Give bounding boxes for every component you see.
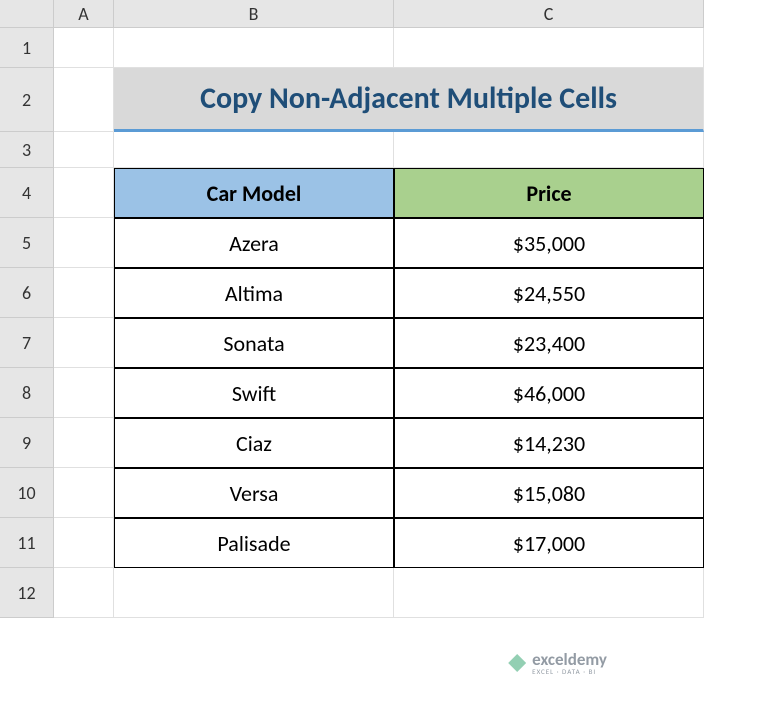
- table-row[interactable]: $24,550: [394, 268, 704, 318]
- col-header-a[interactable]: A: [54, 0, 114, 28]
- cell-a2[interactable]: [54, 68, 114, 132]
- cell-a3[interactable]: [54, 132, 114, 168]
- row-header-4[interactable]: 4: [0, 168, 54, 218]
- cell-c1[interactable]: [394, 28, 704, 68]
- cell-c3[interactable]: [394, 132, 704, 168]
- table-row[interactable]: Sonata: [114, 318, 394, 368]
- row-header-11[interactable]: 11: [0, 518, 54, 568]
- row-header-1[interactable]: 1: [0, 28, 54, 68]
- table-row[interactable]: Ciaz: [114, 418, 394, 468]
- cell-a9[interactable]: [54, 418, 114, 468]
- table-header-price[interactable]: Price: [394, 168, 704, 218]
- cell-b1[interactable]: [114, 28, 394, 68]
- cell-a11[interactable]: [54, 518, 114, 568]
- cell-a12[interactable]: [54, 568, 114, 618]
- table-row[interactable]: Palisade: [114, 518, 394, 568]
- row-header-10[interactable]: 10: [0, 468, 54, 518]
- row-header-9[interactable]: 9: [0, 418, 54, 468]
- col-header-b[interactable]: B: [114, 0, 394, 28]
- row-header-12[interactable]: 12: [0, 568, 54, 618]
- cell-a8[interactable]: [54, 368, 114, 418]
- watermark-text-stack: exceldemy EXCEL · DATA · BI: [532, 651, 607, 675]
- cell-b3[interactable]: [114, 132, 394, 168]
- table-row[interactable]: Azera: [114, 218, 394, 268]
- spreadsheet-grid: A B C 1 2 Copy Non-Adjacent Multiple Cel…: [0, 0, 767, 618]
- watermark-tagline: EXCEL · DATA · BI: [532, 668, 607, 675]
- table-row[interactable]: $23,400: [394, 318, 704, 368]
- cell-a4[interactable]: [54, 168, 114, 218]
- row-header-7[interactable]: 7: [0, 318, 54, 368]
- table-row[interactable]: Altima: [114, 268, 394, 318]
- cell-a5[interactable]: [54, 218, 114, 268]
- table-row[interactable]: Versa: [114, 468, 394, 518]
- cell-a10[interactable]: [54, 468, 114, 518]
- row-header-2[interactable]: 2: [0, 68, 54, 132]
- row-header-8[interactable]: 8: [0, 368, 54, 418]
- cell-a7[interactable]: [54, 318, 114, 368]
- cell-a6[interactable]: [54, 268, 114, 318]
- table-header-model[interactable]: Car Model: [114, 168, 394, 218]
- row-header-5[interactable]: 5: [0, 218, 54, 268]
- select-all-corner[interactable]: [0, 0, 54, 28]
- table-row[interactable]: Swift: [114, 368, 394, 418]
- col-header-c[interactable]: C: [394, 0, 704, 28]
- cell-b12[interactable]: [114, 568, 394, 618]
- row-header-3[interactable]: 3: [0, 132, 54, 168]
- watermark-name: exceldemy: [532, 651, 607, 668]
- watermark: exceldemy EXCEL · DATA · BI: [508, 651, 607, 675]
- page-title[interactable]: Copy Non-Adjacent Multiple Cells: [114, 68, 704, 132]
- table-row[interactable]: $14,230: [394, 418, 704, 468]
- row-header-6[interactable]: 6: [0, 268, 54, 318]
- table-row[interactable]: $17,000: [394, 518, 704, 568]
- table-row[interactable]: $46,000: [394, 368, 704, 418]
- cell-c12[interactable]: [394, 568, 704, 618]
- table-row[interactable]: $35,000: [394, 218, 704, 268]
- table-row[interactable]: $15,080: [394, 468, 704, 518]
- cell-a1[interactable]: [54, 28, 114, 68]
- exceldemy-logo-icon: [508, 654, 526, 672]
